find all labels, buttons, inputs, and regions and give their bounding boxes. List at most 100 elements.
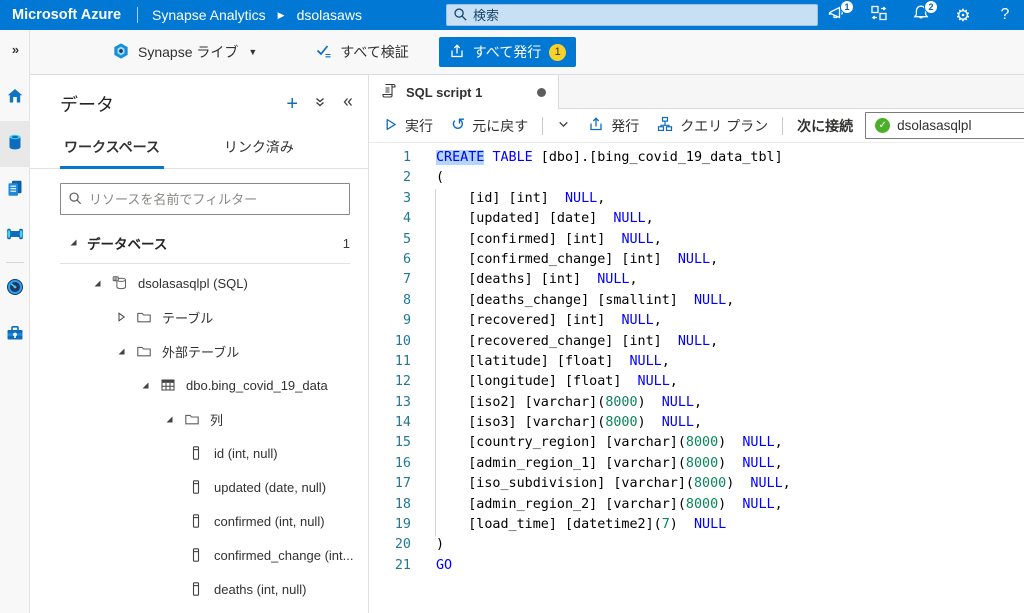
query-plan-button[interactable]: クエリ プラン [657,116,768,136]
tree-item[interactable]: id (int, null) [30,436,368,470]
search-input[interactable] [446,4,818,26]
code-line[interactable]: 9 [recovered] [int] NULL, [369,311,1024,331]
sql-code-editor[interactable]: 1CREATE TABLE [dbo].[bing_covid_19_data_… [369,143,1024,613]
code-line[interactable]: 6 [confirmed_change] [int] NULL, [369,250,1024,270]
tree-item[interactable]: deaths (int, null) [30,572,368,606]
publish-button[interactable]: 発行 [588,116,639,136]
code-line[interactable]: 19 [load_time] [datetime2](7) NULL [369,515,1024,535]
tree-item-label: dsolasasqlpl (SQL) [138,276,248,291]
undo-button[interactable]: ↺ 元に戻す [451,116,528,136]
code-line[interactable]: 21GO [369,556,1024,576]
code-line[interactable]: 3 [id] [int] NULL, [369,189,1024,209]
tree-item[interactable]: confirmed_change (int... [30,538,368,572]
code-text: [iso3] [varchar](8000) NULL, [436,413,702,433]
caret-expanded-icon[interactable] [92,278,102,288]
code-line[interactable]: 4 [updated] [date] NULL, [369,209,1024,229]
workspace-breadcrumb[interactable]: dsolasaws [297,7,362,23]
tree-item[interactable]: 列 [30,402,368,436]
code-text: [longitude] [float] NULL, [436,372,678,392]
tree-item-label: confirmed (int, null) [214,514,325,529]
announcements-button[interactable]: 1 [826,4,848,26]
database-tree: dsolasasqlpl (SQL) テーブル外部テーブルdbo.bing_cov… [30,266,368,613]
announcements-badge: 1 [840,0,854,14]
tree-item[interactable]: updated (date, null) [30,470,368,504]
code-line[interactable]: 1CREATE TABLE [dbo].[bing_covid_19_data_… [369,148,1024,168]
brand-title[interactable]: Microsoft Azure [12,7,121,23]
collapse-panel-button[interactable] [342,95,354,113]
nav-manage-button[interactable] [0,312,30,358]
nav-monitor-button[interactable] [0,266,30,312]
databases-section-header[interactable]: データベース 1 [30,221,368,263]
connection-name: dsolasasqlpl [897,118,971,133]
code-text: [admin_region_1] [varchar](8000) NULL, [436,454,783,474]
validate-all-button[interactable]: すべて検証 [315,42,408,63]
nav-develop-button[interactable] [0,167,30,213]
caret-expanded-icon[interactable] [116,346,126,356]
connection-ok-icon: ✓ [875,118,890,133]
settings-button[interactable]: ⚙ [952,4,974,26]
publish-all-button[interactable]: すべて発行 1 [439,37,576,67]
line-number: 7 [369,270,417,290]
chevron-down-icon [557,118,570,134]
nav-home-button[interactable] [0,75,30,121]
code-line[interactable]: 16 [admin_region_1] [varchar](8000) NULL… [369,454,1024,474]
publish-icon [449,43,465,62]
code-line[interactable]: 20) [369,535,1024,555]
code-line[interactable]: 13 [iso2] [varchar](8000) NULL, [369,393,1024,413]
switch-workspace-button[interactable] [868,4,890,26]
code-line[interactable]: 8 [deaths_change] [smallint] NULL, [369,291,1024,311]
help-icon: ? [1001,6,1010,24]
expand-rail-button[interactable]: » [12,42,17,57]
resource-filter-input[interactable] [60,183,350,215]
line-number: 21 [369,556,417,576]
notifications-button[interactable]: 2 [910,4,932,26]
code-line[interactable]: 18 [admin_region_2] [varchar](8000) NULL… [369,495,1024,515]
tree-item[interactable]: テーブル [30,300,368,334]
sql-script-tab[interactable]: SQL script 1 [369,75,559,109]
tree-item[interactable]: confirmed (int, null) [30,504,368,538]
tab-workspace[interactable]: ワークスペース [60,131,164,169]
gear-icon: ⚙ [955,7,970,24]
code-line[interactable]: 17 [iso_subdivision] [varchar](8000) NUL… [369,474,1024,494]
line-number: 3 [369,189,417,209]
mode-selector[interactable]: Synapse ライブ ▼ [112,42,257,63]
code-text: [deaths_change] [smallint] NULL, [436,291,734,311]
add-resource-button[interactable]: + [286,94,298,114]
code-line[interactable]: 5 [confirmed] [int] NULL, [369,230,1024,250]
more-actions-button[interactable] [557,118,570,134]
folder-icon [136,343,152,359]
code-line[interactable]: 14 [iso3] [varchar](8000) NULL, [369,413,1024,433]
undo-icon: ↺ [451,116,465,133]
tree-item[interactable]: dsolasasqlpl (SQL) [30,266,368,300]
code-line[interactable]: 2( [369,168,1024,188]
column-icon [188,445,204,461]
caret-expanded-icon[interactable] [140,380,150,390]
code-text: CREATE TABLE [dbo].[bing_covid_19_data_t… [436,148,783,168]
caret-collapsed-icon[interactable] [116,312,126,322]
collapse-all-button[interactable] [314,95,326,113]
column-icon [188,547,204,563]
code-line[interactable]: 10 [recovered_change] [int] NULL, [369,332,1024,352]
connection-dropdown[interactable]: ✓ dsolasasqlpl [865,112,1024,139]
breadcrumb-caret-icon: ▶ [278,10,285,21]
code-line[interactable]: 15 [country_region] [varchar](8000) NULL… [369,433,1024,453]
product-breadcrumb[interactable]: Synapse Analytics [152,7,266,23]
run-button[interactable]: 実行 [383,116,433,136]
code-text: [iso_subdivision] [varchar](8000) NULL, [436,474,791,494]
tab-linked[interactable]: リンク済み [220,131,298,168]
tree-item[interactable]: deaths_change (smalli... [30,606,368,613]
code-line[interactable]: 12 [longitude] [float] NULL, [369,372,1024,392]
tree-item[interactable]: 外部テーブル [30,334,368,368]
synapse-logo-icon [112,42,130,63]
code-line[interactable]: 7 [deaths] [int] NULL, [369,270,1024,290]
caret-expanded-icon[interactable] [164,414,174,424]
nav-data-button[interactable] [0,121,30,167]
tree-item[interactable]: dbo.bing_covid_19_data [30,368,368,402]
folder-icon [136,309,152,325]
sql-database-icon [112,275,128,291]
nav-integrate-button[interactable] [0,213,30,259]
validate-all-label: すべて検証 [340,42,408,62]
code-line[interactable]: 11 [latitude] [float] NULL, [369,352,1024,372]
help-button[interactable]: ? [994,4,1016,26]
code-text: [deaths] [int] NULL, [436,270,638,290]
